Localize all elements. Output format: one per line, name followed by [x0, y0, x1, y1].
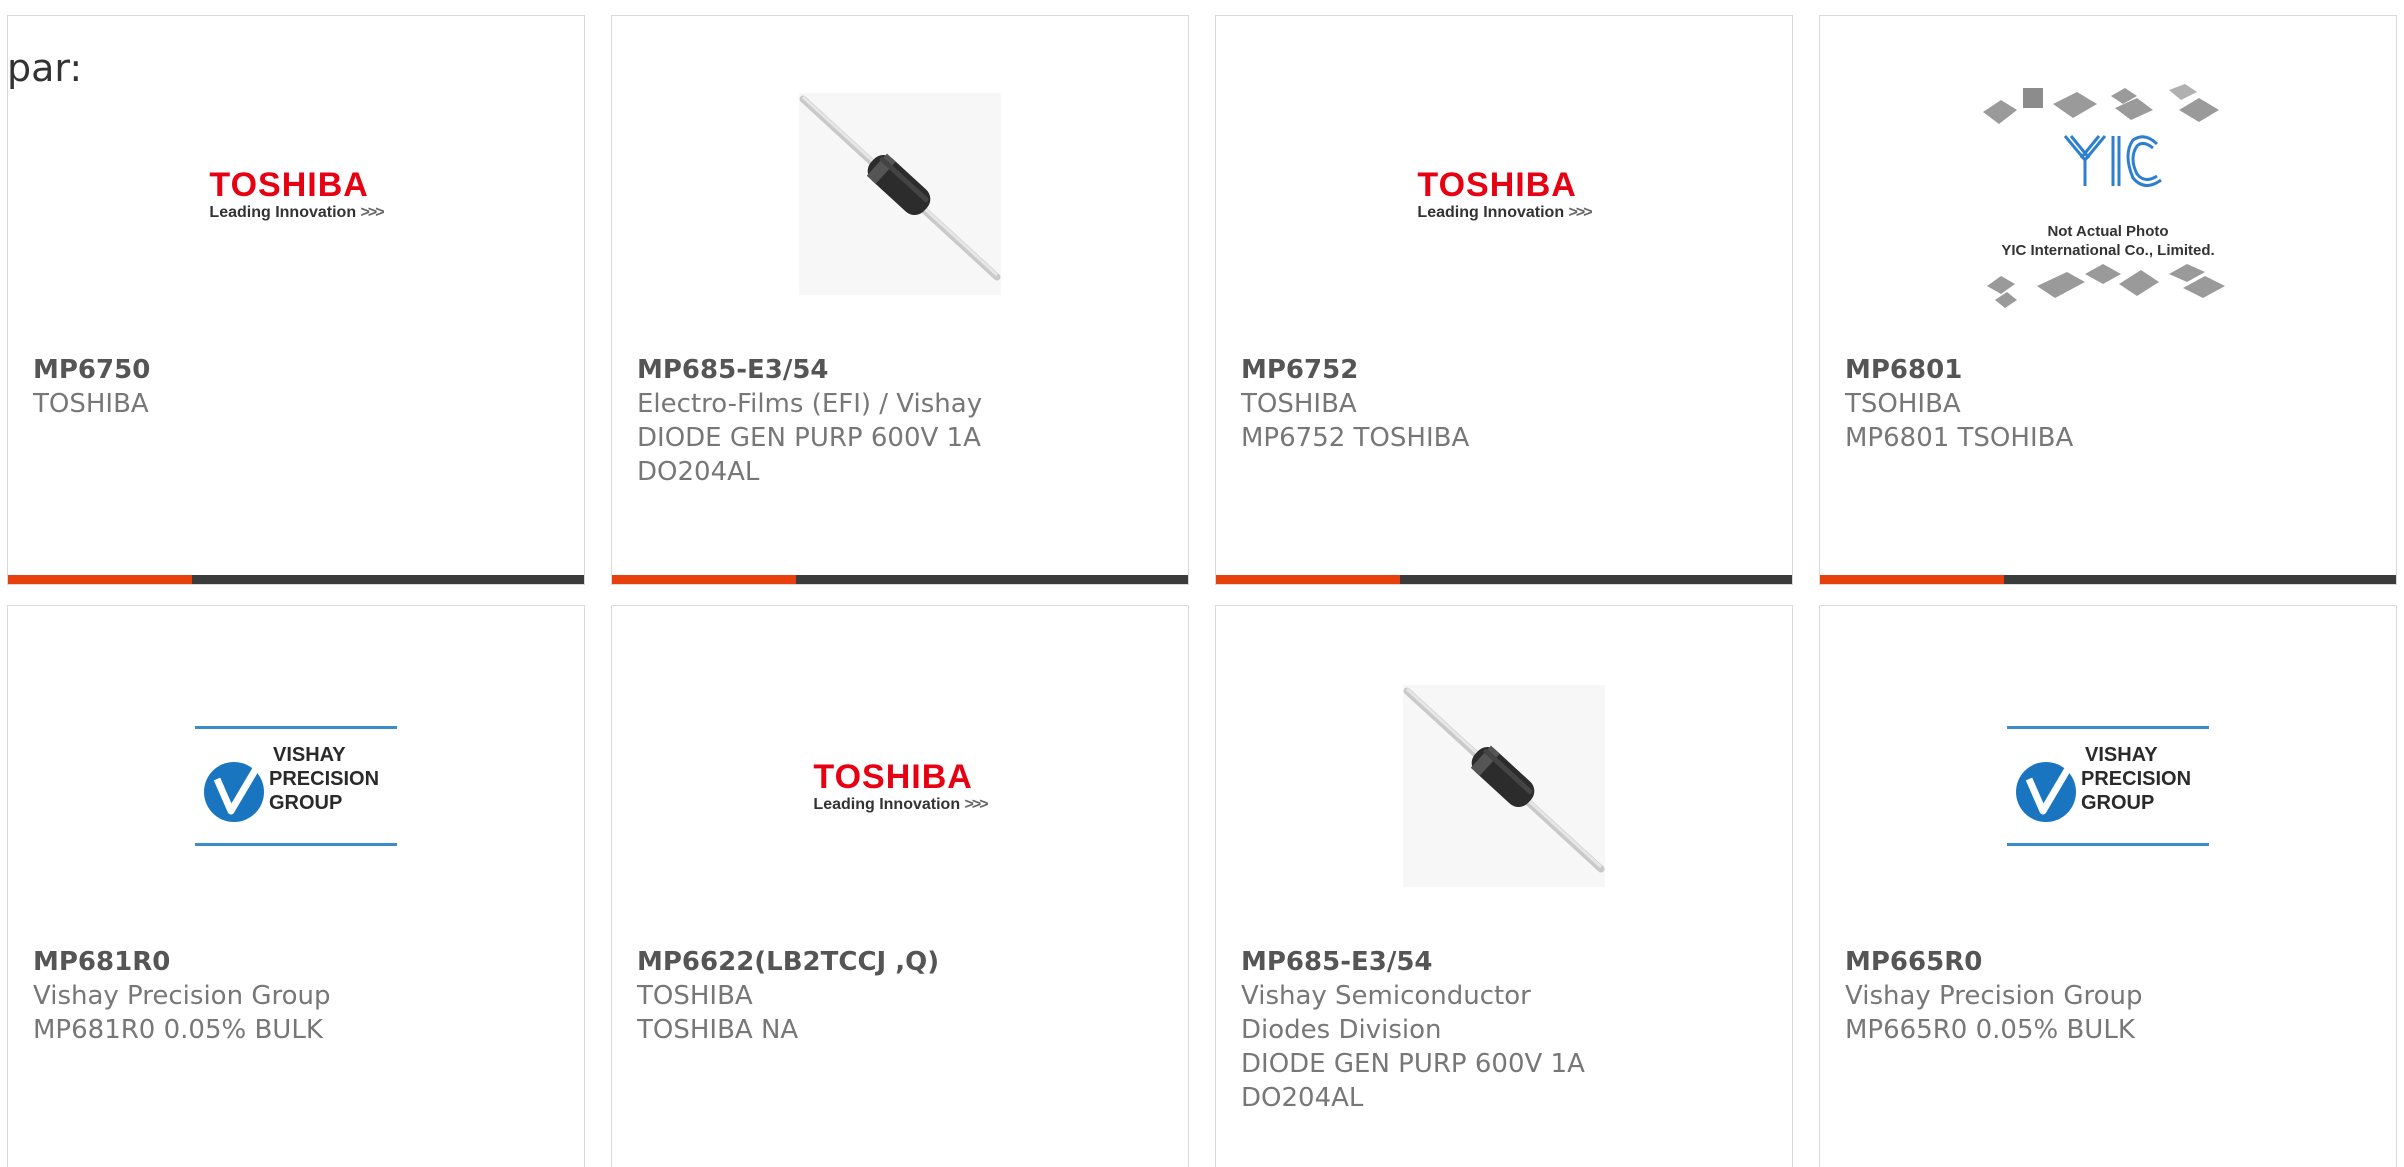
card-bottom-bar	[612, 575, 1188, 584]
description: MP665R0 0.05% BULK	[1845, 1015, 2135, 1045]
product-info: MP685-E3/54 Vishay Semiconductor Diodes …	[1241, 945, 1772, 1115]
product-image: TOSHIBA Leading Innovation >>>	[612, 676, 1188, 896]
product-image: TOSHIBA Leading Innovation >>>	[8, 84, 584, 304]
product-info: MP6801 TSOHIBA MP6801 TSOHIBA	[1845, 353, 2376, 455]
manufacturer: TSOHIBA	[1845, 389, 1961, 419]
manufacturer: Vishay Precision Group	[33, 981, 331, 1011]
part-number[interactable]: MP665R0	[1845, 945, 2376, 979]
product-card-link[interactable]: Not Actual Photo YIC International Co., …	[1820, 16, 2396, 584]
part-number[interactable]: MP6801	[1845, 353, 2376, 387]
description: MP6752 TOSHIBA	[1241, 423, 1470, 453]
card-bottom-bar	[1820, 575, 2396, 584]
card-accent-bar	[612, 575, 797, 584]
product-card-link[interactable]: VISHAY PRECISION GROUP MP665R0 Vishay Pr…	[1820, 606, 2396, 1167]
card-bottom-bar	[1216, 575, 1792, 584]
product-info: MP6752 TOSHIBA MP6752 TOSHIBA	[1241, 353, 1772, 455]
description: MP6801 TSOHIBA	[1845, 423, 2074, 453]
manufacturer: TOSHIBA	[637, 981, 753, 1011]
product-card[interactable]: MP685-E3/54 Vishay Semiconductor Diodes …	[1215, 605, 1793, 1167]
product-image	[612, 84, 1188, 304]
yic-placeholder-image: Not Actual Photo YIC International Co., …	[1973, 74, 2243, 314]
product-card[interactable]: TOSHIBA Leading Innovation >>> MP6752 TO…	[1215, 15, 1793, 585]
product-image: VISHAY PRECISION GROUP	[8, 676, 584, 896]
product-info: MP6750 TOSHIBA	[33, 353, 564, 421]
product-info: MP665R0 Vishay Precision Group MP665R0 0…	[1845, 945, 2376, 1047]
product-image: VISHAY PRECISION GROUP	[1820, 676, 2396, 896]
card-bottom-bar	[8, 575, 584, 584]
sort-prefix-label: par:	[7, 46, 83, 90]
product-card-link[interactable]: TOSHIBA Leading Innovation >>> MP6752 TO…	[1216, 16, 1792, 584]
description: DIODE GEN PURP 600V 1A DO204AL	[637, 423, 981, 487]
part-number[interactable]: MP6622(LB2TCCJ ,Q)	[637, 945, 1168, 979]
part-number[interactable]: MP681R0	[33, 945, 564, 979]
product-card[interactable]: VISHAY PRECISION GROUP MP665R0 Vishay Pr…	[1819, 605, 2397, 1167]
axial-diode-photo	[799, 93, 1001, 295]
product-card-link[interactable]: TOSHIBA Leading Innovation >>> MP6622(LB…	[612, 606, 1188, 1167]
manufacturer: Electro-Films (EFI) / Vishay	[637, 389, 983, 419]
manufacturer: Vishay Precision Group	[1845, 981, 2143, 1011]
product-info: MP685-E3/54 Electro-Films (EFI) / Vishay…	[637, 353, 1168, 489]
part-number[interactable]: MP685-E3/54	[1241, 945, 1772, 979]
product-image: Not Actual Photo YIC International Co., …	[1820, 84, 2396, 308]
product-card[interactable]: TOSHIBA Leading Innovation >>> MP6750 TO…	[7, 15, 585, 585]
product-info: MP681R0 Vishay Precision Group MP681R0 0…	[33, 945, 564, 1047]
part-number[interactable]: MP685-E3/54	[637, 353, 1168, 387]
toshiba-logo: TOSHIBA Leading Innovation >>>	[813, 757, 988, 813]
product-card[interactable]: MP685-E3/54 Electro-Films (EFI) / Vishay…	[611, 15, 1189, 585]
description: TOSHIBA NA	[637, 1015, 799, 1045]
product-card[interactable]: Not Actual Photo YIC International Co., …	[1819, 15, 2397, 585]
product-card[interactable]: TOSHIBA Leading Innovation >>> MP6622(LB…	[611, 605, 1189, 1167]
product-card-link[interactable]: TOSHIBA Leading Innovation >>> MP6750 TO…	[8, 16, 584, 584]
description: DIODE GEN PURP 600V 1A DO204AL	[1241, 1049, 1585, 1113]
manufacturer: TOSHIBA	[33, 389, 149, 419]
toshiba-logo: TOSHIBA Leading Innovation >>>	[1417, 165, 1592, 221]
vishay-precision-logo: VISHAY PRECISION GROUP	[2007, 726, 2209, 846]
product-image	[1216, 676, 1792, 896]
part-number[interactable]: MP6752	[1241, 353, 1772, 387]
product-card-link[interactable]: MP685-E3/54 Vishay Semiconductor Diodes …	[1216, 606, 1792, 1167]
vishay-precision-logo: VISHAY PRECISION GROUP	[195, 726, 397, 846]
manufacturer: TOSHIBA	[1241, 389, 1357, 419]
part-number[interactable]: MP6750	[33, 353, 564, 387]
product-grid-page: par: TOSHIBA Leading Innovation >>> MP67…	[0, 0, 2404, 1167]
product-card[interactable]: VISHAY PRECISION GROUP MP681R0 Vishay Pr…	[7, 605, 585, 1167]
product-card-link[interactable]: MP685-E3/54 Electro-Films (EFI) / Vishay…	[612, 16, 1188, 584]
product-card-link[interactable]: VISHAY PRECISION GROUP MP681R0 Vishay Pr…	[8, 606, 584, 1167]
card-accent-bar	[1820, 575, 2005, 584]
description: MP681R0 0.05% BULK	[33, 1015, 323, 1045]
toshiba-logo: TOSHIBA Leading Innovation >>>	[209, 165, 384, 221]
product-image: TOSHIBA Leading Innovation >>>	[1216, 84, 1792, 304]
manufacturer: Vishay Semiconductor Diodes Division	[1241, 981, 1531, 1045]
card-accent-bar	[8, 575, 193, 584]
card-accent-bar	[1216, 575, 1401, 584]
axial-diode-photo	[1403, 685, 1605, 887]
product-info: MP6622(LB2TCCJ ,Q) TOSHIBA TOSHIBA NA	[637, 945, 1168, 1047]
